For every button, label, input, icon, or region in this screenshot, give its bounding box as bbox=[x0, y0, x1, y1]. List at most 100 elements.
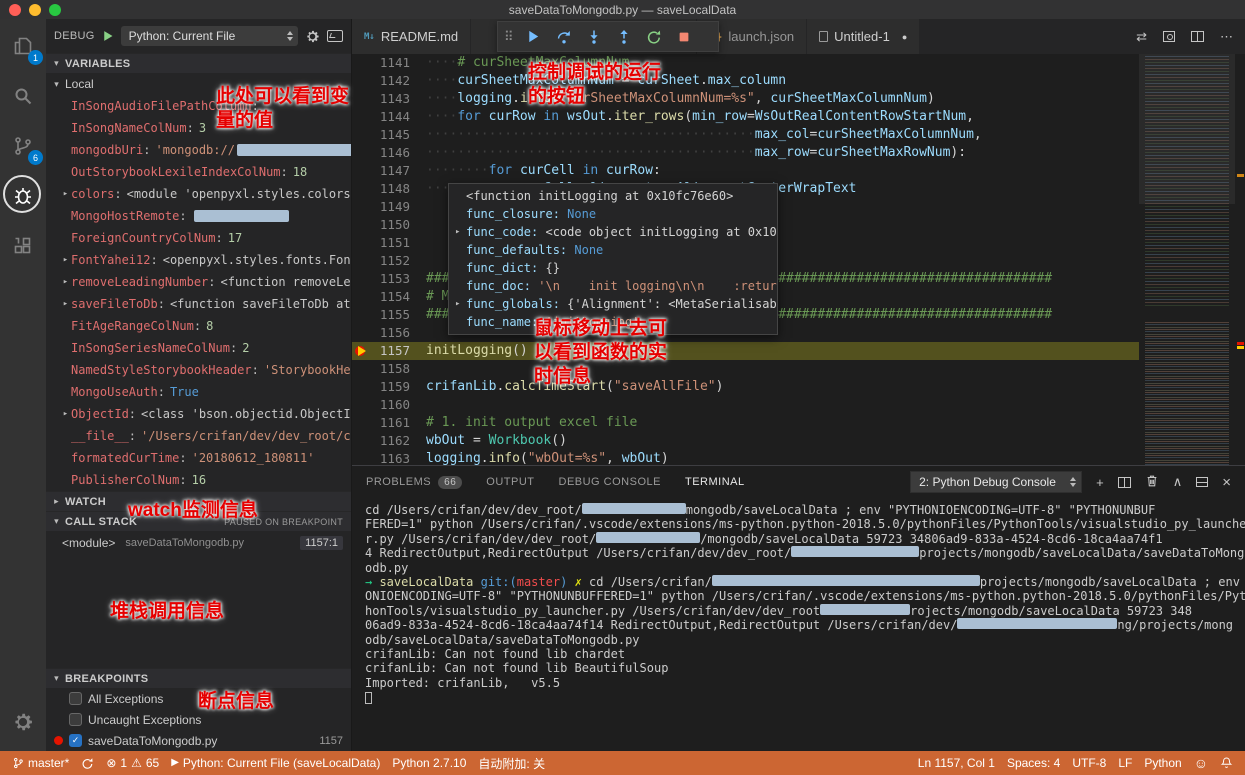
glyph-margin[interactable] bbox=[352, 162, 370, 180]
maximize-panel-icon[interactable]: ∧ bbox=[1173, 474, 1183, 490]
tooltip-row[interactable]: func_name: 'initLogging' bbox=[449, 313, 777, 331]
glyph-margin[interactable] bbox=[352, 54, 370, 72]
notifications-bell-icon[interactable] bbox=[1214, 751, 1239, 775]
variable-row[interactable]: InSongSeriesNameColNum:2 bbox=[46, 337, 351, 359]
glyph-margin[interactable] bbox=[352, 432, 370, 450]
code-line[interactable]: 1158 bbox=[352, 360, 1139, 378]
kill-terminal-icon[interactable] bbox=[1145, 474, 1159, 491]
debug-console-icon[interactable] bbox=[327, 30, 343, 42]
start-debug-button[interactable] bbox=[102, 30, 114, 42]
python-version-item[interactable]: Python 2.7.10 bbox=[386, 751, 472, 775]
code-line[interactable]: 1142····curSheetMaxColumnNum = curSheet.… bbox=[352, 72, 1139, 90]
split-terminal-icon[interactable] bbox=[1118, 477, 1131, 488]
close-panel-icon[interactable]: × bbox=[1222, 474, 1231, 491]
glyph-margin[interactable] bbox=[352, 396, 370, 414]
stop-button[interactable] bbox=[671, 25, 697, 49]
code-line[interactable]: 1144····for curRow in wsOut.iter_rows(mi… bbox=[352, 108, 1139, 126]
code-line[interactable]: 1160 bbox=[352, 396, 1139, 414]
variable-row[interactable]: PublisherColNum:16 bbox=[46, 469, 351, 491]
tooltip-row[interactable]: <function initLogging at 0x10fc76e60> bbox=[449, 187, 777, 205]
glyph-margin[interactable] bbox=[352, 450, 370, 465]
glyph-margin[interactable] bbox=[352, 306, 370, 324]
more-actions-icon[interactable]: ⋯ bbox=[1220, 29, 1233, 45]
language-mode-item[interactable]: Python bbox=[1138, 751, 1187, 775]
variable-row[interactable]: MongoHostRemote: bbox=[46, 205, 351, 227]
breakpoint-checkbox[interactable]: ✓ bbox=[69, 734, 82, 747]
tab-readme[interactable]: M↓ README.md bbox=[352, 19, 471, 54]
tab-terminal[interactable]: TERMINAL bbox=[685, 476, 745, 488]
callstack-frame[interactable]: <module> saveDataToMongodb.py 1157:1 bbox=[46, 531, 351, 555]
minimap[interactable] bbox=[1139, 54, 1245, 465]
auto-attach-item[interactable]: 自动附加: 关 bbox=[472, 751, 551, 775]
variable-row[interactable]: ▸ObjectId:<class 'bson.objectid.ObjectId bbox=[46, 403, 351, 425]
glyph-margin[interactable] bbox=[352, 378, 370, 396]
glyph-margin[interactable] bbox=[352, 324, 370, 342]
glyph-margin[interactable] bbox=[352, 342, 370, 360]
watch-section-header[interactable]: ▸ WATCH bbox=[46, 491, 351, 511]
debug-target-item[interactable]: ▶ Python: Current File (saveLocalData) bbox=[165, 751, 386, 775]
variable-row[interactable]: mongodbUri:'mongodb:// bbox=[46, 139, 351, 161]
glyph-margin[interactable] bbox=[352, 414, 370, 432]
code-line[interactable]: 1159crifanLib.calcTimeStart("saveAllFile… bbox=[352, 378, 1139, 396]
glyph-margin[interactable] bbox=[352, 360, 370, 378]
debug-icon[interactable] bbox=[8, 181, 38, 211]
indentation-item[interactable]: Spaces: 4 bbox=[1001, 751, 1066, 775]
variable-row[interactable]: __file__:'/Users/crifan/dev/dev_root/co bbox=[46, 425, 351, 447]
cursor-position-item[interactable]: Ln 1157, Col 1 bbox=[912, 751, 1001, 775]
continue-button[interactable] bbox=[521, 25, 547, 49]
variable-row[interactable]: ForeignCountryColNum:17 bbox=[46, 227, 351, 249]
toolbar-drag-handle[interactable]: ⠿ bbox=[504, 29, 514, 45]
glyph-margin[interactable] bbox=[352, 288, 370, 306]
breakpoints-section-header[interactable]: ▾ BREAKPOINTS bbox=[46, 668, 351, 688]
tab-output[interactable]: OUTPUT bbox=[486, 476, 534, 488]
code-line[interactable]: 1162wbOut = Workbook() bbox=[352, 432, 1139, 450]
sync-item[interactable] bbox=[75, 751, 100, 775]
source-control-icon[interactable]: 6 bbox=[8, 131, 38, 161]
glyph-margin[interactable] bbox=[352, 180, 370, 198]
problems-item[interactable]: ⊗ 1 ⚠ 65 bbox=[100, 751, 165, 775]
variable-row[interactable]: FitAgeRangeColNum:8 bbox=[46, 315, 351, 337]
code-line[interactable]: 1146····································… bbox=[352, 144, 1139, 162]
glyph-margin[interactable] bbox=[352, 270, 370, 288]
glyph-margin[interactable] bbox=[352, 252, 370, 270]
tooltip-row[interactable]: func_defaults: None bbox=[449, 241, 777, 259]
code-line[interactable]: 1141····# curSheetMaxColumnNum bbox=[352, 54, 1139, 72]
explorer-icon[interactable]: 1 bbox=[8, 31, 38, 61]
variable-row[interactable]: OutStorybookLexileIndexColNum:18 bbox=[46, 161, 351, 183]
zoom-window-button[interactable] bbox=[49, 4, 61, 16]
variable-row[interactable]: MongoUseAuth:True bbox=[46, 381, 351, 403]
variable-row[interactable]: ▸removeLeadingNumber:<function removeLea bbox=[46, 271, 351, 293]
split-editor-icon[interactable] bbox=[1191, 31, 1204, 42]
glyph-margin[interactable] bbox=[352, 72, 370, 90]
restart-button[interactable] bbox=[641, 25, 667, 49]
variable-row[interactable]: InSongNameColNum:3 bbox=[46, 117, 351, 139]
code-line[interactable]: 1147········for curCell in curRow: bbox=[352, 162, 1139, 180]
glyph-margin[interactable] bbox=[352, 234, 370, 252]
step-out-button[interactable] bbox=[611, 25, 637, 49]
breakpoint-checkbox[interactable] bbox=[69, 713, 82, 726]
minimize-window-button[interactable] bbox=[29, 4, 41, 16]
glyph-margin[interactable] bbox=[352, 198, 370, 216]
variable-row[interactable]: ▸colors:<module 'openpyxl.styles.colors' bbox=[46, 183, 351, 205]
variable-row[interactable]: NamedStyleStorybookHeader:'StorybookHea bbox=[46, 359, 351, 381]
tooltip-row[interactable]: func_closure: None bbox=[449, 205, 777, 223]
code-line[interactable]: 1145····································… bbox=[352, 126, 1139, 144]
glyph-margin[interactable] bbox=[352, 90, 370, 108]
step-over-button[interactable] bbox=[551, 25, 577, 49]
variable-row[interactable]: formatedCurTime:'20180612_180811' bbox=[46, 447, 351, 469]
code-line[interactable]: 1157initLogging() bbox=[352, 342, 1139, 360]
code-line[interactable]: 1163logging.info("wbOut=%s", wbOut) bbox=[352, 450, 1139, 465]
tab-debug-console[interactable]: DEBUG CONSOLE bbox=[559, 476, 661, 488]
breakpoint-checkbox[interactable] bbox=[69, 692, 82, 705]
open-preview-icon[interactable] bbox=[1163, 31, 1175, 42]
new-terminal-icon[interactable]: + bbox=[1096, 475, 1104, 490]
open-changes-icon[interactable]: ⇄ bbox=[1136, 29, 1147, 45]
tooltip-row[interactable]: func_dict: {} bbox=[449, 259, 777, 277]
variable-row[interactable]: ▸FontYahei12:<openpyxl.styles.fonts.Font bbox=[46, 249, 351, 271]
tab-problems[interactable]: P­ROBLEMS 66 bbox=[366, 476, 462, 489]
minimap-slider[interactable] bbox=[1139, 54, 1235, 204]
debug-config-select[interactable]: Python: Current File bbox=[121, 26, 298, 46]
glyph-margin[interactable] bbox=[352, 126, 370, 144]
extensions-icon[interactable] bbox=[8, 231, 38, 261]
tooltip-row[interactable]: ▸func_globals: {'Alignment': <MetaSerial… bbox=[449, 295, 777, 313]
